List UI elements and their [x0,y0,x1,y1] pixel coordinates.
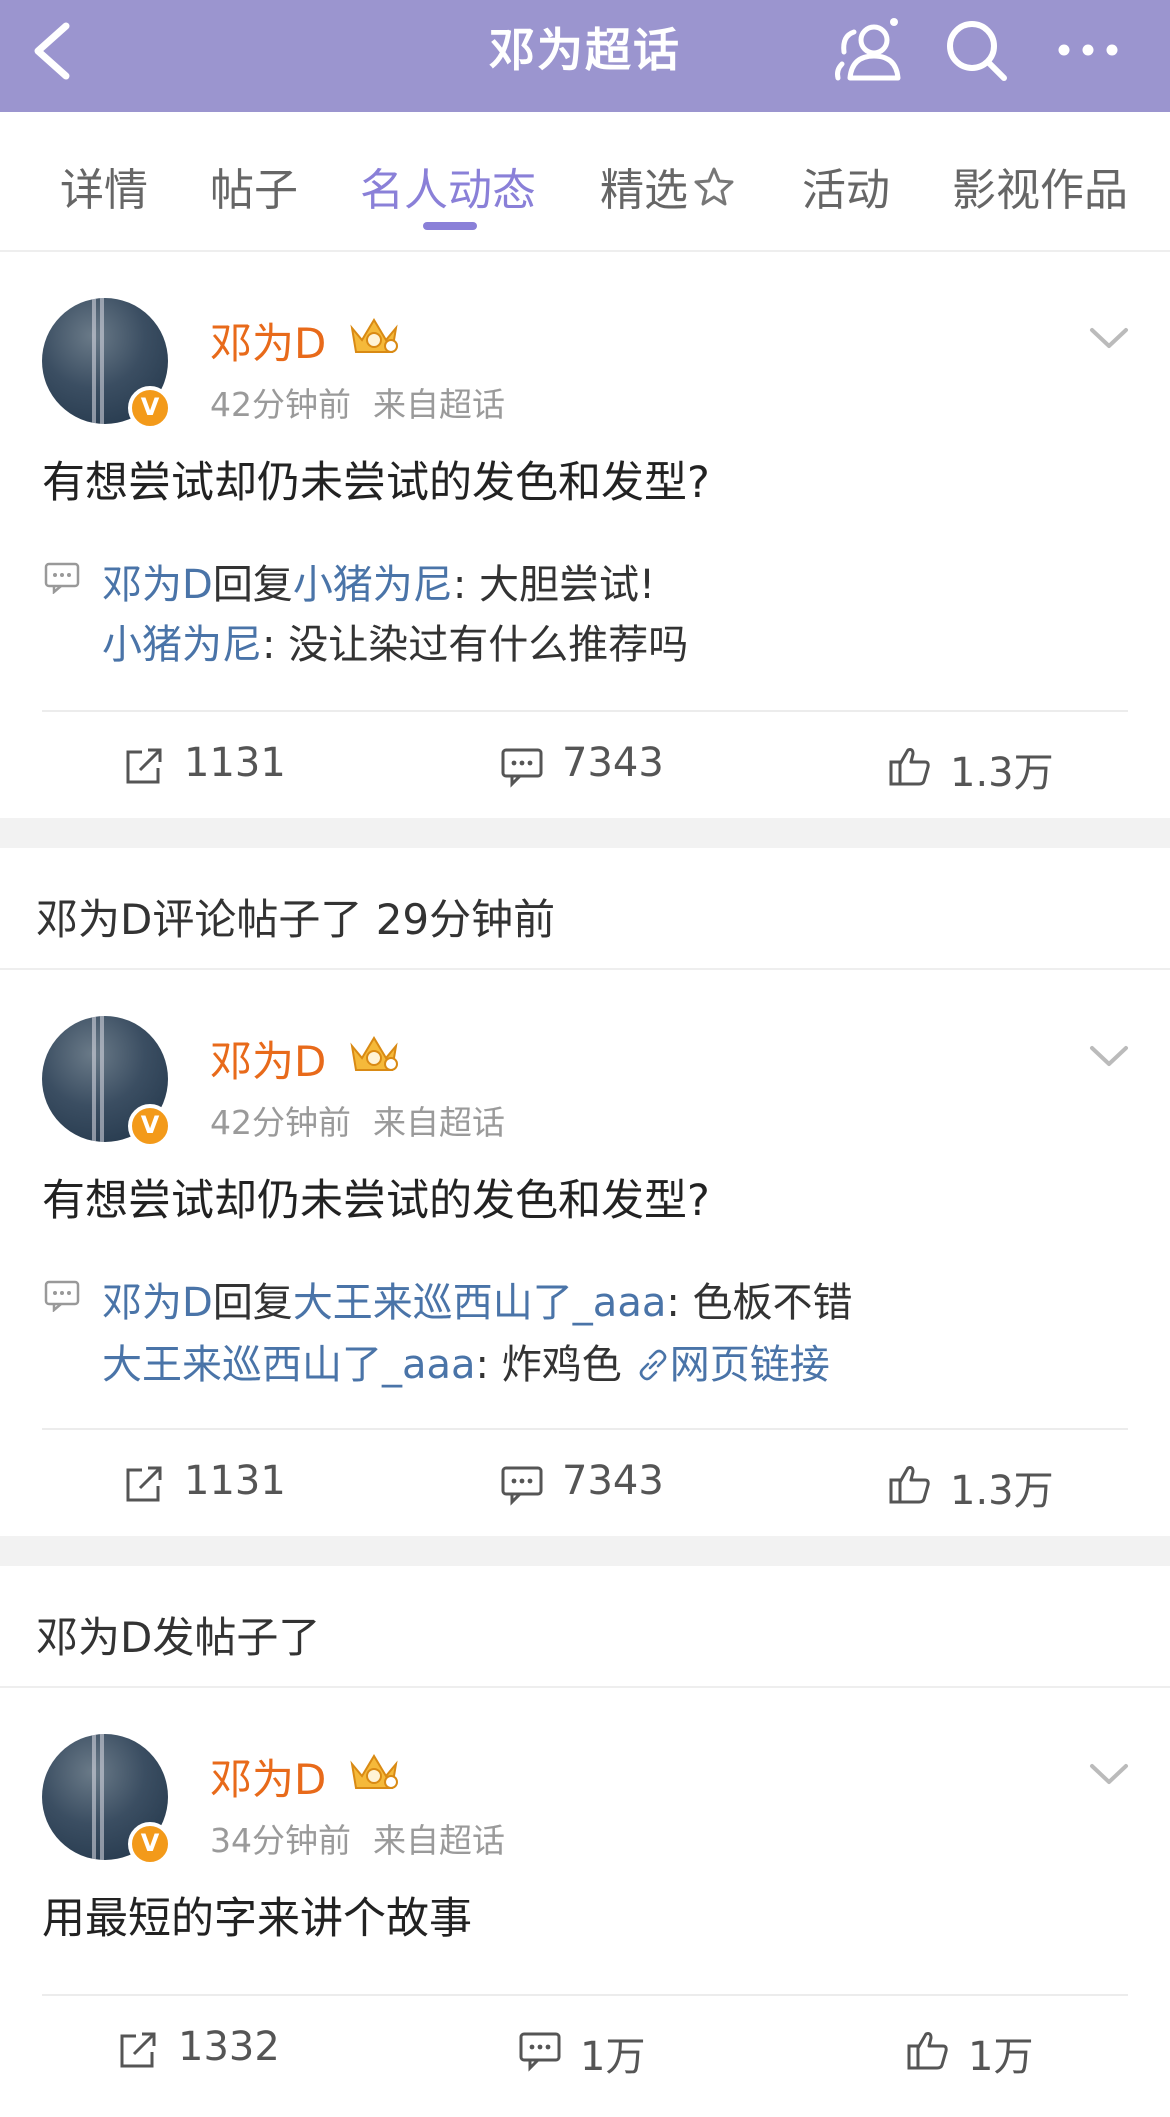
repost-count: 1131 [184,740,286,786]
author-name[interactable]: 邓为D [210,1746,326,1807]
divider [42,1428,1128,1430]
thumbs-up-icon [889,1466,930,1504]
like-count: 1.3万 [950,1468,1054,1514]
crown-icon [350,318,398,353]
replier-name[interactable]: 邓为D [102,1280,213,1326]
reply-content: : 色板不错 [666,1280,853,1326]
repost-icon [126,748,162,784]
like-count: 1万 [968,2034,1034,2080]
repost-count: 1131 [184,1458,286,1504]
replier-name[interactable]: 邓为D [102,562,213,608]
chevron-down-icon[interactable] [1088,1044,1130,1070]
reply-content: : 大胆尝试! [452,562,656,608]
reply-verb: 回复 [212,1280,293,1326]
comment-bubble-icon [44,562,80,594]
active-tab-indicator [423,222,477,230]
quote-line[interactable]: 大王来巡西山了_aaa: 炸鸡色 网页链接 [102,1332,830,1390]
author-name[interactable]: 邓为D [210,1028,326,1089]
post-time: 42分钟前 [210,385,351,424]
chevron-down-icon[interactable] [1088,1762,1130,1788]
quote-content: : 炸鸡色 [475,1342,622,1388]
top-bar: 邓为超话 [0,0,1170,112]
tab-celebrity-updates[interactable]: 名人动态 [360,154,536,218]
tab-activities[interactable]: 活动 [802,154,890,218]
comment-icon [501,748,543,788]
crown-icon [350,1754,398,1789]
link-icon [639,1349,667,1381]
activity-label: 邓为D评论帖子了 29分钟前 [0,848,1170,970]
post-card[interactable]: V 邓为D 42分钟前 来自超话 有想尝试却仍未尝试的发色和发型? 邓为D回复大王… [0,970,1170,1536]
post-source: 来自超话 [373,1103,505,1142]
post-text[interactable]: 有想尝试却仍未尝试的发色和发型? [42,448,710,510]
post-meta: 42分钟前 来自超话 [210,1096,505,1144]
section-gap [0,1536,1170,1566]
comment-icon [519,2032,561,2072]
verified-badge-icon: V [128,1104,172,1148]
crown-icon [350,1036,398,1071]
section-gap [0,818,1170,848]
comment-count: 7343 [562,1458,664,1504]
search-icon[interactable] [938,12,1014,88]
tab-featured[interactable]: 精选 [600,154,738,218]
post-source: 来自超话 [373,1821,505,1860]
comment-icon [501,1466,543,1506]
reply-line[interactable]: 邓为D回复大王来巡西山了_aaa: 色板不错 [102,1270,853,1328]
comment-bubble-icon [44,1280,80,1312]
activity-label-text: 邓为D发帖子了 [36,1613,321,1662]
repost-icon [120,2032,156,2068]
like-count: 1.3万 [950,750,1054,796]
post-meta: 34分钟前 来自超话 [210,1814,505,1862]
quote-user[interactable]: 大王来巡西山了_aaa [102,1342,476,1388]
activity-label-text: 邓为D评论帖子了 29分钟前 [36,895,556,944]
people-icon[interactable] [830,12,906,88]
post-time: 42分钟前 [210,1103,351,1142]
quote-user[interactable]: 小猪为尼 [102,622,262,668]
post-source: 来自超话 [373,385,505,424]
thumbs-up-icon [907,2032,948,2070]
repost-count: 1332 [178,2024,280,2070]
web-link-label: 网页链接 [669,1342,830,1388]
tab-details[interactable]: 详情 [60,154,148,218]
post-text[interactable]: 用最短的字来讲个故事 [42,1884,472,1946]
star-icon [694,167,734,206]
quote-line[interactable]: 小猪为尼: 没让染过有什么推荐吗 [102,612,688,670]
thumbs-up-icon [889,748,930,786]
reply-line[interactable]: 邓为D回复小猪为尼: 大胆尝试! [102,552,655,610]
tab-featured-label: 精选 [600,165,688,216]
divider [42,1994,1128,1996]
tab-bar: 详情 帖子 名人动态 精选 活动 影视作品 [0,112,1170,252]
verified-badge-icon: V [128,1822,172,1866]
post-text[interactable]: 有想尝试却仍未尝试的发色和发型? [42,1166,710,1228]
activity-label: 邓为D发帖子了 [0,1566,1170,1688]
post-card[interactable]: V 邓为D 34分钟前 来自超话 用最短的字来讲个故事 1332 1万 1万 [0,1688,1170,2117]
post-meta: 42分钟前 来自超话 [210,378,505,426]
post-card[interactable]: V 邓为D 42分钟前 来自超话 有想尝试却仍未尝试的发色和发型? 邓为D回复小猪… [0,252,1170,818]
reply-target[interactable]: 大王来巡西山了_aaa [293,1280,667,1326]
more-icon[interactable] [1050,12,1126,88]
repost-icon [126,1466,162,1502]
reply-target[interactable]: 小猪为尼 [293,562,453,608]
web-link[interactable]: 网页链接 [636,1342,830,1388]
tab-film-works[interactable]: 影视作品 [952,154,1128,218]
chevron-down-icon[interactable] [1088,326,1130,352]
divider [42,710,1128,712]
comment-count: 7343 [562,740,664,786]
quote-content: : 没让染过有什么推荐吗 [262,622,689,668]
post-time: 34分钟前 [210,1821,351,1860]
reply-verb: 回复 [212,562,293,608]
author-name[interactable]: 邓为D [210,310,326,371]
tab-posts[interactable]: 帖子 [210,154,298,218]
comment-count: 1万 [580,2034,646,2080]
verified-badge-icon: V [128,386,172,430]
